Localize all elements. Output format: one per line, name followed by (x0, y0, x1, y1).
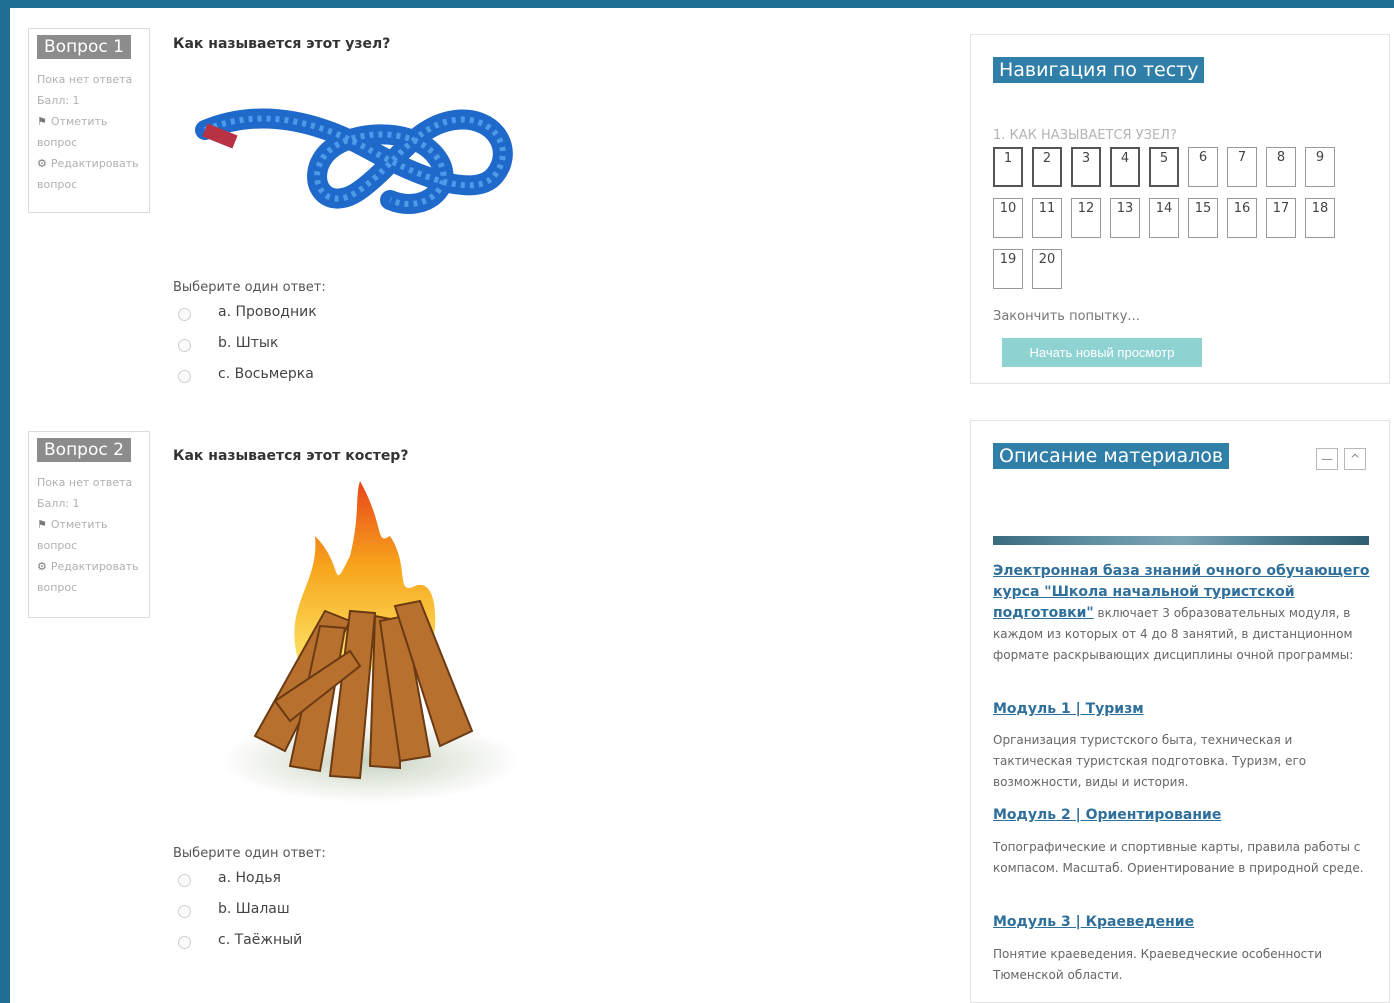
intro-paragraph: Электронная база знаний очного обучающег… (993, 561, 1371, 666)
flag-question-link[interactable]: ⚑ Отметить вопрос (37, 514, 142, 556)
question-1-score: Балл: 1 (37, 94, 80, 107)
module-1-text: Организация туристского быта, техническа… (993, 733, 1307, 789)
answer-label: a. Нодья (218, 870, 281, 886)
question-2-text: Как называется этот костер? (173, 448, 409, 464)
radio-button[interactable] (178, 370, 191, 383)
knot-image (195, 108, 513, 214)
question-nav-button[interactable]: 8 (1266, 147, 1296, 187)
finish-attempt-link[interactable]: Закончить попытку... (993, 309, 1140, 324)
question-nav-button[interactable]: 14 (1149, 198, 1179, 238)
question-2-status: Пока нет ответа (37, 476, 133, 489)
question-nav-button[interactable]: 20 (1032, 249, 1062, 289)
question-nav-button[interactable]: 3 (1071, 147, 1101, 187)
question-2-badge: Вопрос 2 (37, 438, 131, 462)
radio-button[interactable] (178, 874, 191, 887)
question-1-text: Как называется этот узел? (173, 36, 391, 52)
question-nav-button[interactable]: 2 (1032, 147, 1062, 187)
answer-label: b. Штык (218, 335, 279, 351)
radio-button[interactable] (178, 339, 191, 352)
radio-button[interactable] (178, 308, 191, 321)
question-nav-button[interactable]: 9 (1305, 147, 1335, 187)
divider-banner (993, 536, 1369, 545)
question-nav-button[interactable]: 16 (1227, 198, 1257, 238)
question-1-info: Вопрос 1 Пока нет ответа Балл: 1 ⚑ Отмети… (28, 28, 150, 213)
question-nav-button[interactable]: 17 (1266, 198, 1296, 238)
question-nav-button[interactable]: 19 (993, 249, 1023, 289)
question-2-score: Балл: 1 (37, 497, 80, 510)
answer-label: c. Восьмерка (218, 366, 314, 382)
module-3-link[interactable]: Модуль 3 | Краеведение (993, 914, 1194, 930)
question-nav-button[interactable]: 13 (1110, 198, 1140, 238)
radio-button[interactable] (178, 936, 191, 949)
question-nav-button[interactable]: 15 (1188, 198, 1218, 238)
gear-icon: ⚙ (37, 560, 47, 573)
gear-icon: ⚙ (37, 157, 47, 170)
quiz-page: Вопрос 1 Пока нет ответа Балл: 1 ⚑ Отмети… (10, 8, 1394, 1003)
edit-question-link[interactable]: ⚙ Редактировать вопрос (37, 153, 142, 195)
answer-label: c. Таёжный (218, 932, 303, 948)
question-nav-button[interactable]: 18 (1305, 198, 1335, 238)
collapse-icon[interactable]: — (1316, 448, 1338, 470)
radio-button[interactable] (178, 905, 191, 918)
edit-question-link[interactable]: ⚙ Редактировать вопрос (37, 556, 142, 598)
question-nav-button[interactable]: 12 (1071, 198, 1101, 238)
materials-description-panel: Описание материалов — ^ Электронная база… (970, 420, 1390, 1003)
start-new-preview-button[interactable]: Начать новый просмотр (1002, 338, 1202, 367)
question-1-prompt: Выберите один ответ: (173, 280, 326, 295)
question-nav-button[interactable]: 7 (1227, 147, 1257, 187)
materials-description-title: Описание материалов (993, 443, 1230, 469)
question-nav-button[interactable]: 4 (1110, 147, 1140, 187)
campfire-image (220, 481, 520, 803)
flag-icon: ⚑ (37, 115, 47, 128)
flag-question-link[interactable]: ⚑ Отметить вопрос (37, 111, 142, 153)
chevron-up-icon[interactable]: ^ (1344, 448, 1366, 470)
quiz-navigation-title: Навигация по тесту (993, 57, 1205, 83)
question-nav-button[interactable]: 10 (993, 198, 1023, 238)
quiz-navigation-panel: Навигация по тесту 1. КАК НАЗЫВАЕТСЯ УЗЕ… (970, 34, 1390, 384)
question-nav-button[interactable]: 11 (1032, 198, 1062, 238)
question-2-prompt: Выберите один ответ: (173, 846, 326, 861)
question-2-info: Вопрос 2 Пока нет ответа Балл: 1 ⚑ Отмети… (28, 431, 150, 618)
question-nav-button[interactable]: 6 (1188, 147, 1218, 187)
question-nav-button[interactable]: 1 (993, 147, 1023, 187)
module-2-text: Топографические и спортивные карты, прав… (993, 840, 1364, 875)
answer-label: b. Шалаш (218, 901, 290, 917)
question-1-status: Пока нет ответа (37, 73, 133, 86)
module-3-text: Понятие краеведения. Краеведческие особе… (993, 947, 1323, 982)
flag-icon: ⚑ (37, 518, 47, 531)
current-question-label: 1. КАК НАЗЫВАЕТСЯ УЗЕЛ? (993, 128, 1177, 143)
module-2-link[interactable]: Модуль 2 | Ориентирование (993, 807, 1221, 823)
question-1-badge: Вопрос 1 (37, 35, 131, 59)
question-nav-button[interactable]: 5 (1149, 147, 1179, 187)
answer-label: a. Проводник (218, 304, 317, 320)
module-1-link[interactable]: Модуль 1 | Туризм (993, 701, 1144, 717)
